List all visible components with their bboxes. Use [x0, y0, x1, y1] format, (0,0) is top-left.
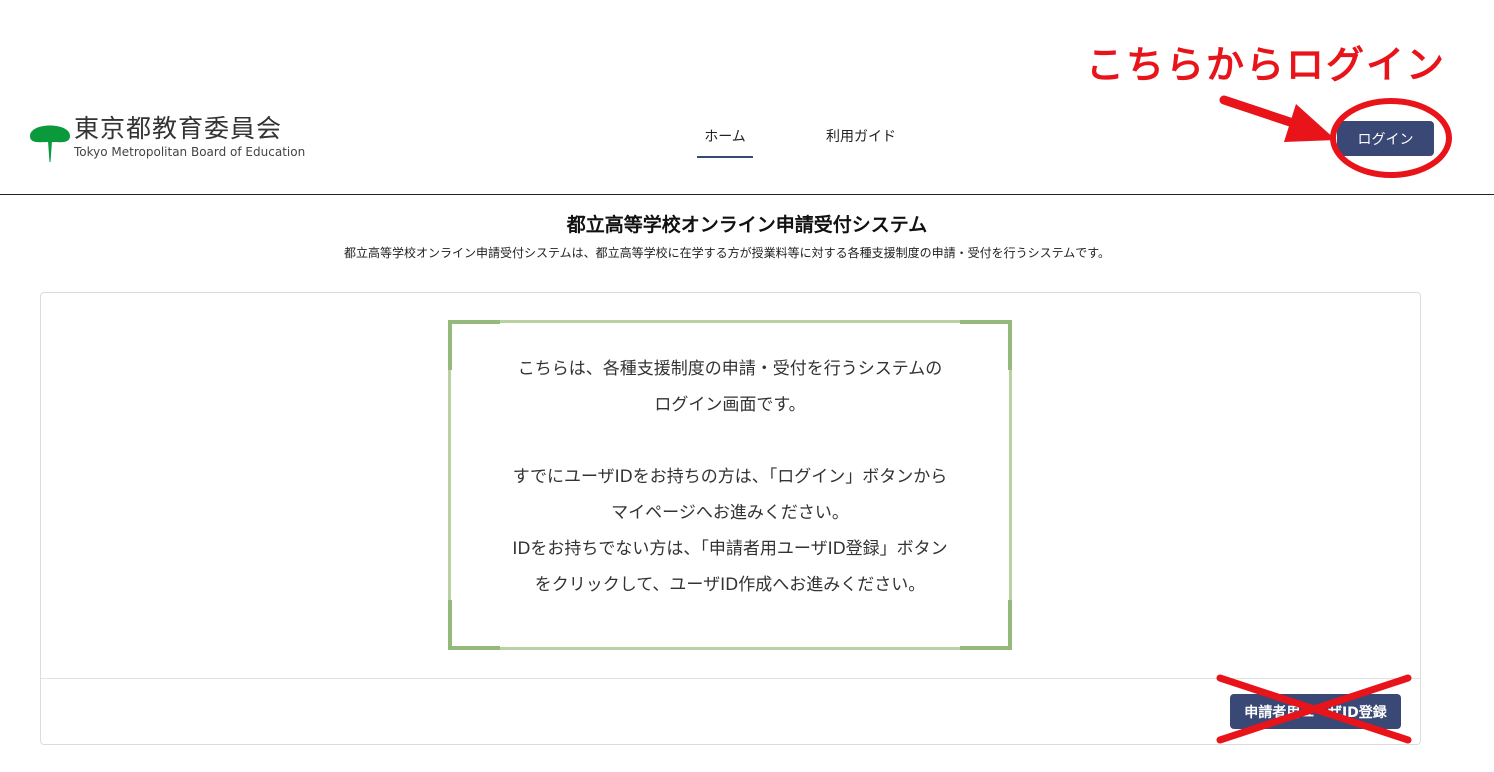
frame-corner-top-right — [960, 320, 1012, 324]
nav-item-home[interactable]: ホーム — [697, 126, 753, 158]
notice-line: をクリックして、ユーザID作成へお進みください。 — [534, 575, 926, 595]
frame-corner-bottom-right-vertical — [1008, 600, 1012, 650]
notice-line: こちらは、各種支援制度の申請・受付を行うシステムの — [517, 359, 943, 379]
notice-line: すでにユーザIDをお持ちの方は、「ログイン」ボタンから — [512, 467, 948, 487]
notice-line: ログイン画面です。 — [654, 395, 806, 415]
page: 東京都教育委員会 Tokyo Metropolitan Board of Edu… — [0, 0, 1494, 772]
annotation-cross-icon — [1214, 672, 1414, 750]
notice-text: こちらは、各種支援制度の申請・受付を行うシステムの ログイン画面です。 すでにユ… — [451, 351, 1009, 603]
page-subtitle: 都立高等学校オンライン申請受付システムは、都立高等学校に在学する方が授業料等に対… — [343, 246, 1111, 260]
notice-line: IDをお持ちでない方は、「申請者用ユーザID登録」ボタン — [512, 539, 948, 559]
frame-corner-bottom-left-vertical — [448, 600, 452, 650]
annotation-arrow-icon — [1218, 92, 1338, 156]
nav-item-usage-guide[interactable]: 利用ガイド — [826, 126, 896, 146]
logo-english: Tokyo Metropolitan Board of Education — [74, 145, 306, 159]
frame-corner-bottom-left — [448, 646, 500, 650]
annotation-login-here: こちらからログイン — [1086, 43, 1447, 87]
frame-corner-top-left — [448, 320, 500, 324]
logo-text: 東京都教育委員会 Tokyo Metropolitan Board of Edu… — [74, 114, 305, 159]
frame-corner-bottom-right — [960, 646, 1012, 650]
logo-japanese: 東京都教育委員会 — [74, 114, 283, 143]
notice-line: マイページへお進みください。 — [611, 503, 849, 523]
header-divider — [0, 194, 1494, 195]
page-title: 都立高等学校オンライン申請受付システム — [566, 214, 928, 236]
notice-box: こちらは、各種支援制度の申請・受付を行うシステムの ログイン画面です。 すでにユ… — [448, 320, 1012, 650]
tokyo-board-logo[interactable]: 東京都教育委員会 Tokyo Metropolitan Board of Edu… — [28, 114, 305, 166]
notice-line-blank — [451, 423, 1009, 459]
ginkgo-leaf-icon — [28, 116, 72, 166]
annotation-circle — [1330, 98, 1452, 178]
